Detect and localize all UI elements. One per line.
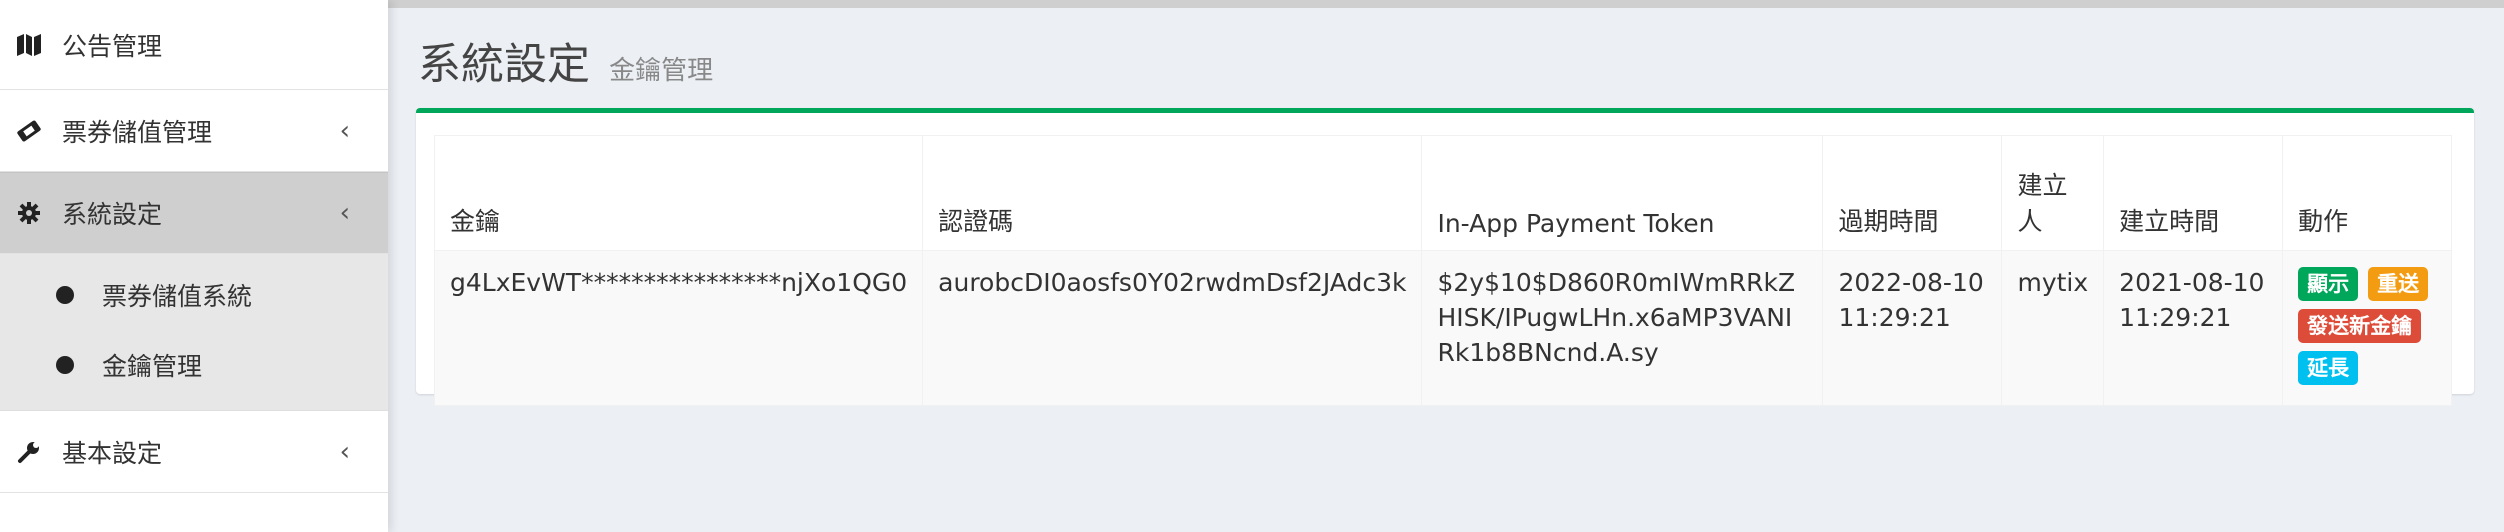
cell-auth-code: aurobcDI0aosfs0Y02rwdmDsf2JAdc3k [922,250,1423,406]
wrench-icon [14,437,44,467]
sidebar-subitem-ticket-topup-system[interactable]: 票券儲值系統 [0,260,388,330]
sidebar-submenu: 票券儲值系統 金鑰管理 [0,254,388,411]
sidebar-item-label: 票券儲值管理 [62,117,213,147]
cell-token: $2y$10$D860R0mIWmRRkZHISK/IPugwLHn.x6aMP… [1421,250,1824,406]
cell-created: 2021-08-10 11:29:21 [2103,250,2284,406]
sidebar-item-system-settings[interactable]: 系統設定 ‹ [0,172,388,254]
sidebar: 公告管理 票券儲值管理 ‹ 系統設定 ‹ 票券儲值系統 金鑰管理 基本設定 ‹ [0,0,388,532]
cell-actions: 顯示 重送 發送新金鑰 延長 [2282,250,2452,406]
key-table: 金鑰 認證碼 In-App Payment Token 過期時間 建立人 建立時… [433,135,2452,406]
gear-icon [14,198,44,228]
cell-key: g4LxEvWT****************njXo1QG0 [433,250,924,406]
table-header-row: 金鑰 認證碼 In-App Payment Token 過期時間 建立人 建立時… [433,135,2452,251]
sidebar-subitem-label: 金鑰管理 [102,352,203,381]
page-subtitle: 金鑰管理 [609,56,714,86]
sidebar-item-ticket-topup[interactable]: 票券儲值管理 ‹ [0,90,388,172]
extend-button[interactable]: 延長 [2298,351,2359,385]
sidebar-item-basic-settings[interactable]: 基本設定 ‹ [0,411,388,493]
column-header-token: In-App Payment Token [1421,135,1824,251]
ticket-icon [14,116,44,146]
circle-icon [56,286,74,304]
table-row: g4LxEvWT****************njXo1QG0 aurobcD… [433,250,2452,406]
sidebar-subitem-key-management[interactable]: 金鑰管理 [0,330,388,400]
cell-creator: mytix [2001,250,2105,406]
column-header-creator: 建立人 [2001,135,2105,251]
chevron-left-icon: ‹ [339,198,350,228]
send-new-key-button[interactable]: 發送新金鑰 [2298,309,2422,343]
sidebar-item-label: 公告管理 [62,31,163,61]
chevron-left-icon: ‹ [339,436,350,467]
cell-expire: 2022-08-10 11:29:21 [1822,250,2003,406]
sidebar-subitem-label: 票券儲值系統 [102,282,253,311]
map-icon [14,30,44,60]
top-navbar-edge [388,0,2504,8]
circle-icon [56,356,74,374]
column-header-actions: 動作 [2282,135,2452,251]
page-header: 系統設定 金鑰管理 [418,30,713,92]
page-title: 系統設定 [418,40,590,90]
content-box: 金鑰 認證碼 In-App Payment Token 過期時間 建立人 建立時… [416,108,2474,406]
resend-button[interactable]: 重送 [2368,267,2429,301]
show-button[interactable]: 顯示 [2298,267,2359,301]
column-header-auth-code: 認證碼 [922,135,1423,251]
sidebar-item-label: 基本設定 [62,438,163,468]
column-header-expire: 過期時間 [1822,135,2003,251]
sidebar-item-announcements[interactable]: 公告管理 [0,0,388,90]
chevron-left-icon: ‹ [339,115,350,146]
sidebar-item-label: 系統設定 [62,200,163,229]
column-header-key: 金鑰 [433,135,924,251]
column-header-created: 建立時間 [2103,135,2284,251]
